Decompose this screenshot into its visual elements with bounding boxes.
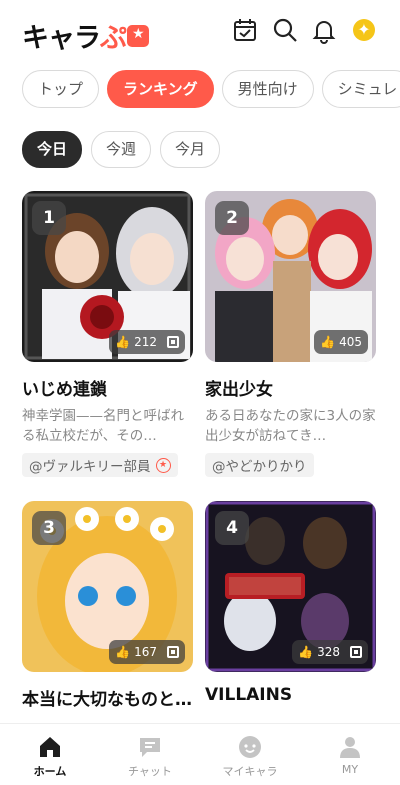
logo-badge-icon (127, 24, 149, 47)
tab-top[interactable]: トップ (22, 70, 100, 108)
rank-badge: 1 (32, 201, 66, 235)
card-title: いじめ連鎖 (22, 380, 107, 400)
gallery-icon (167, 336, 179, 348)
period-today[interactable]: 今日 (22, 131, 83, 168)
category-tabs: トップ ランキング 男性向け シミュレ (22, 70, 400, 108)
likes-counter: 👍 167 (109, 640, 185, 664)
calendar-check-icon[interactable] (231, 16, 259, 44)
likes-count: 167 (134, 645, 157, 659)
gallery-icon (350, 646, 362, 658)
app-header: キャラぷ ✦ (0, 0, 400, 60)
card-thumbnail[interactable]: 3 👍 167 (22, 501, 193, 672)
nav-chat[interactable]: チャット (100, 724, 200, 785)
nav-home[interactable]: ホーム (0, 724, 100, 785)
app-logo[interactable]: キャラぷ (22, 16, 149, 55)
ranking-card[interactable]: 2 👍 405 家出少女 ある日あなたの家に3人の家出少女が訪ねてき… @やどか… (205, 191, 376, 477)
home-icon (40, 737, 60, 757)
likes-counter: 👍 328 (292, 640, 368, 664)
ranking-card[interactable]: 4 👍 328 VILLAINS (205, 501, 376, 705)
thumbs-up-icon: 👍 (320, 335, 336, 349)
period-this-month[interactable]: 今月 (160, 131, 221, 168)
likes-count: 405 (339, 335, 362, 349)
thumbs-up-icon: 👍 (298, 645, 314, 659)
card-thumbnail[interactable]: 2 👍 405 (205, 191, 376, 362)
card-title: 本当に大切なものと… (22, 690, 192, 710)
author-name: @ヴァルキリー部員 (29, 459, 151, 475)
person-icon (340, 737, 360, 758)
card-description: ある日あなたの家に3人の家出少女が訪ねてき… (205, 408, 376, 444)
rank-badge: 4 (215, 511, 249, 545)
likes-counter: 👍 212 (109, 330, 185, 354)
period-this-week[interactable]: 今週 (91, 131, 152, 168)
author-name: @やどかりかり (212, 459, 307, 475)
rank-badge: 3 (32, 511, 66, 545)
tab-simulation[interactable]: シミュレ (321, 70, 400, 108)
tab-for-men[interactable]: 男性向け (221, 70, 314, 108)
nav-my-characters-label: マイキャラ (222, 765, 278, 778)
gallery-icon (167, 646, 179, 658)
author-tag[interactable]: @ヴァルキリー部員 ★ (22, 453, 178, 477)
likes-count: 212 (134, 335, 157, 349)
card-title: VILLAINS (205, 685, 293, 705)
card-title: 家出少女 (205, 380, 273, 400)
card-thumbnail[interactable]: 4 👍 328 (205, 501, 376, 672)
nav-my-label: MY (341, 763, 359, 776)
ranking-card[interactable]: 3 👍 167 本当に大切なものと… (22, 501, 193, 710)
bottom-nav: ホーム チャット マイキャラ MY (0, 724, 400, 785)
likes-count: 328 (317, 645, 340, 659)
period-tabs: 今日 今週 今月 (22, 131, 221, 168)
nav-my[interactable]: MY (300, 724, 400, 785)
verified-badge-icon: ★ (155, 457, 171, 473)
card-thumbnail[interactable]: 1 👍 212 (22, 191, 193, 362)
likes-counter: 👍 405 (314, 330, 368, 354)
logo-text: キャラ (22, 23, 101, 54)
chat-icon (140, 738, 160, 757)
nav-chat-label: チャット (128, 765, 172, 778)
nav-my-characters[interactable]: マイキャラ (200, 724, 300, 785)
coin-icon[interactable]: ✦ (353, 19, 375, 41)
ranking-card[interactable]: 1 👍 212 いじめ連鎖 神幸学園——名門と呼ばれる私立校だが、その… @ヴァ… (22, 191, 193, 477)
nav-home-label: ホーム (33, 765, 67, 778)
tab-ranking[interactable]: ランキング (107, 70, 214, 108)
thumbs-up-icon: 👍 (115, 645, 131, 659)
logo-accent: ぷ (100, 23, 127, 54)
character-face-icon (239, 736, 261, 758)
bell-icon[interactable] (310, 16, 338, 44)
card-description: 神幸学園——名門と呼ばれる私立校だが、その… (22, 408, 184, 444)
search-icon[interactable] (271, 16, 299, 44)
rank-badge: 2 (215, 201, 249, 235)
author-tag[interactable]: @やどかりかり (205, 453, 314, 477)
thumbs-up-icon: 👍 (115, 335, 131, 349)
